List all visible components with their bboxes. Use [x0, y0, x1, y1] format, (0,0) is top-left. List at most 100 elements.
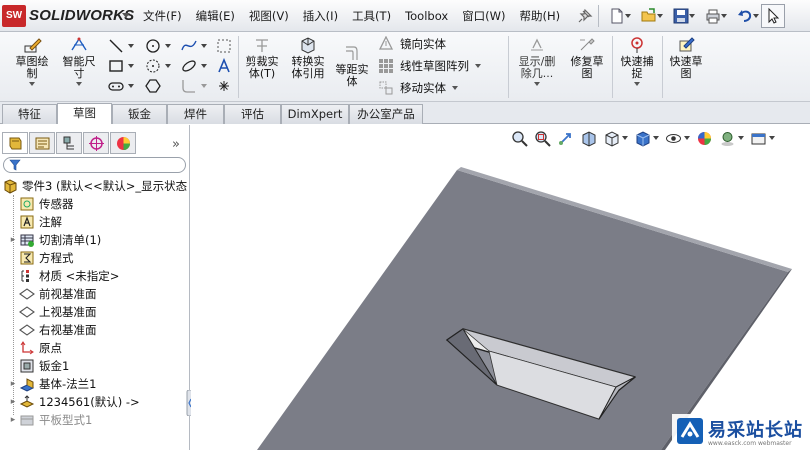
- dimxpert-manager-tab[interactable]: [83, 132, 109, 154]
- menu-help[interactable]: 帮助(H): [513, 0, 568, 32]
- tree-item-11[interactable]: ▸ 1234561(默认) ->: [0, 393, 190, 411]
- move-entities-button[interactable]: 移动实体: [378, 78, 458, 98]
- fillet-tool[interactable]: [181, 76, 207, 96]
- circle-icon: [146, 39, 160, 53]
- plane-tool[interactable]: [216, 36, 232, 56]
- chevron-down-icon[interactable]: [29, 82, 35, 86]
- undo-icon[interactable]: [729, 4, 761, 28]
- tree-item-0[interactable]: 传感器: [0, 195, 190, 213]
- tree-item-8[interactable]: 原点: [0, 339, 190, 357]
- menu-view[interactable]: 视图(V): [242, 0, 296, 32]
- solidworks-logo[interactable]: SW SOLIDWORKS: [2, 5, 134, 27]
- expand-arrow-icon[interactable]: ▸: [9, 416, 17, 425]
- linear-pattern-button[interactable]: 线性草图阵列: [378, 56, 481, 76]
- menu-window[interactable]: 窗口(W): [455, 0, 512, 32]
- view-orientation-button[interactable]: [603, 127, 628, 149]
- feature-manager-tab[interactable]: [2, 132, 28, 154]
- filter-icon: [9, 159, 21, 171]
- tab-evaluate[interactable]: 评估: [224, 104, 281, 124]
- tree-item-9[interactable]: 钣金1: [0, 357, 190, 375]
- open-folder-icon[interactable]: [633, 4, 665, 28]
- quick-snaps-button[interactable]: 快速捕 捉: [614, 36, 660, 86]
- part-icon: [4, 179, 17, 194]
- configuration-manager-tab[interactable]: [56, 132, 82, 154]
- tab-sheet-metal[interactable]: 钣金: [112, 104, 167, 124]
- line-tool[interactable]: [108, 36, 134, 56]
- polygon-tool[interactable]: [145, 56, 171, 76]
- chevron-down-icon[interactable]: [475, 64, 481, 68]
- save-icon[interactable]: [665, 4, 697, 28]
- logo-flyout-arrow-icon[interactable]: [122, 13, 130, 18]
- zoom-to-area-button[interactable]: [534, 127, 551, 149]
- spline-tool[interactable]: [181, 36, 207, 56]
- expand-arrow-icon[interactable]: ▸: [9, 398, 17, 407]
- ellipse-tool[interactable]: [181, 56, 207, 76]
- offset-entities-button[interactable]: 等距实 体: [332, 44, 372, 88]
- tree-item-1[interactable]: 注解: [0, 213, 190, 231]
- menu-edit[interactable]: 编辑(E): [189, 0, 242, 32]
- tree-item-3[interactable]: 方程式: [0, 249, 190, 267]
- circle-tool[interactable]: [145, 36, 171, 56]
- display-style-button[interactable]: [634, 127, 659, 149]
- zoom-to-fit-button[interactable]: [511, 127, 528, 149]
- slot-tool[interactable]: [108, 76, 134, 96]
- tree-item-12[interactable]: ▸ 平板型式1: [0, 411, 190, 429]
- tree-item-4[interactable]: 材质 <未指定>: [0, 267, 190, 285]
- previous-view-button[interactable]: [557, 127, 574, 149]
- sheet-metal-part-model[interactable]: [191, 125, 810, 450]
- expand-arrow-icon[interactable]: ▸: [9, 380, 17, 389]
- tree-item-6[interactable]: 上视基准面: [0, 303, 190, 321]
- tab-dimxpert[interactable]: DimXpert: [281, 104, 349, 124]
- property-manager-tab[interactable]: [29, 132, 55, 154]
- convert-entities-button[interactable]: 转换实 体引用: [286, 36, 330, 80]
- menu-toolbox[interactable]: Toolbox: [398, 0, 455, 32]
- chevron-down-icon[interactable]: [534, 82, 540, 86]
- polygon-hex-tool[interactable]: [145, 76, 161, 96]
- feature-tree: 零件3 (默认<<默认>_显示状态传感器 注解 ▸ 切割清单(1) 方程式 材质 <未指定…: [0, 177, 190, 429]
- graphics-area[interactable]: [191, 125, 810, 450]
- trim-entities-button[interactable]: 剪裁实 体(T): [240, 36, 284, 80]
- expand-arrow-icon[interactable]: ▸: [9, 236, 17, 245]
- chevron-down-icon[interactable]: [634, 82, 640, 86]
- sketch-pencil-icon: [24, 38, 42, 53]
- edit-appearance-button[interactable]: [696, 127, 713, 149]
- sketch-button[interactable]: 草图绘 制: [8, 36, 56, 86]
- menu-tools[interactable]: 工具(T): [345, 0, 398, 32]
- menu-file[interactable]: 文件(F): [136, 0, 189, 32]
- zoom-to-fit-icon: [512, 130, 528, 147]
- view-settings-button[interactable]: [750, 127, 775, 149]
- more-tabs-button[interactable]: »: [172, 137, 180, 152]
- tab-weldments[interactable]: 焊件: [167, 104, 224, 124]
- display-manager-tab[interactable]: [110, 132, 136, 154]
- chevron-down-icon[interactable]: [76, 82, 82, 86]
- feature-filter-input[interactable]: [3, 157, 186, 173]
- sketch-plane-icon: [217, 39, 231, 53]
- tree-item-5[interactable]: 前视基准面: [0, 285, 190, 303]
- select-pointer-icon[interactable]: [761, 4, 785, 28]
- tree-item-7[interactable]: 右视基准面: [0, 321, 190, 339]
- mirror-entities-button[interactable]: 镜向实体: [378, 34, 446, 54]
- hide-show-items-button[interactable]: [665, 127, 690, 149]
- point-tool[interactable]: [216, 76, 232, 96]
- tree-root-label: 零件3 (默认<<默认>_显示状态: [22, 179, 188, 193]
- ribbon-separator: [612, 36, 613, 98]
- tree-item-2[interactable]: ▸ 切割清单(1): [0, 231, 190, 249]
- chevron-down-icon[interactable]: [452, 86, 458, 90]
- display-delete-relations-button[interactable]: 显示/删 除几...: [512, 36, 562, 86]
- smart-dimension-button[interactable]: 智能尺 寸: [56, 36, 102, 86]
- tab-office-products[interactable]: 办公室产品: [349, 104, 423, 124]
- text-tool[interactable]: [216, 56, 232, 76]
- repair-sketch-button[interactable]: 修复草 图: [564, 36, 610, 80]
- apply-scene-button[interactable]: [719, 127, 744, 149]
- tree-item-10[interactable]: ▸ 基体-法兰1: [0, 375, 190, 393]
- section-view-button[interactable]: [580, 127, 597, 149]
- print-icon[interactable]: [697, 4, 729, 28]
- pin-icon[interactable]: [574, 4, 596, 28]
- tree-root-part[interactable]: 零件3 (默认<<默认>_显示状态: [0, 177, 190, 195]
- tab-sketch[interactable]: 草图: [57, 103, 112, 124]
- rapid-sketch-button[interactable]: 快速草 图: [664, 36, 708, 80]
- new-document-icon[interactable]: [601, 4, 633, 28]
- rectangle-tool[interactable]: [108, 56, 134, 76]
- tab-features[interactable]: 特征: [2, 104, 57, 124]
- menu-insert[interactable]: 插入(I): [296, 0, 345, 32]
